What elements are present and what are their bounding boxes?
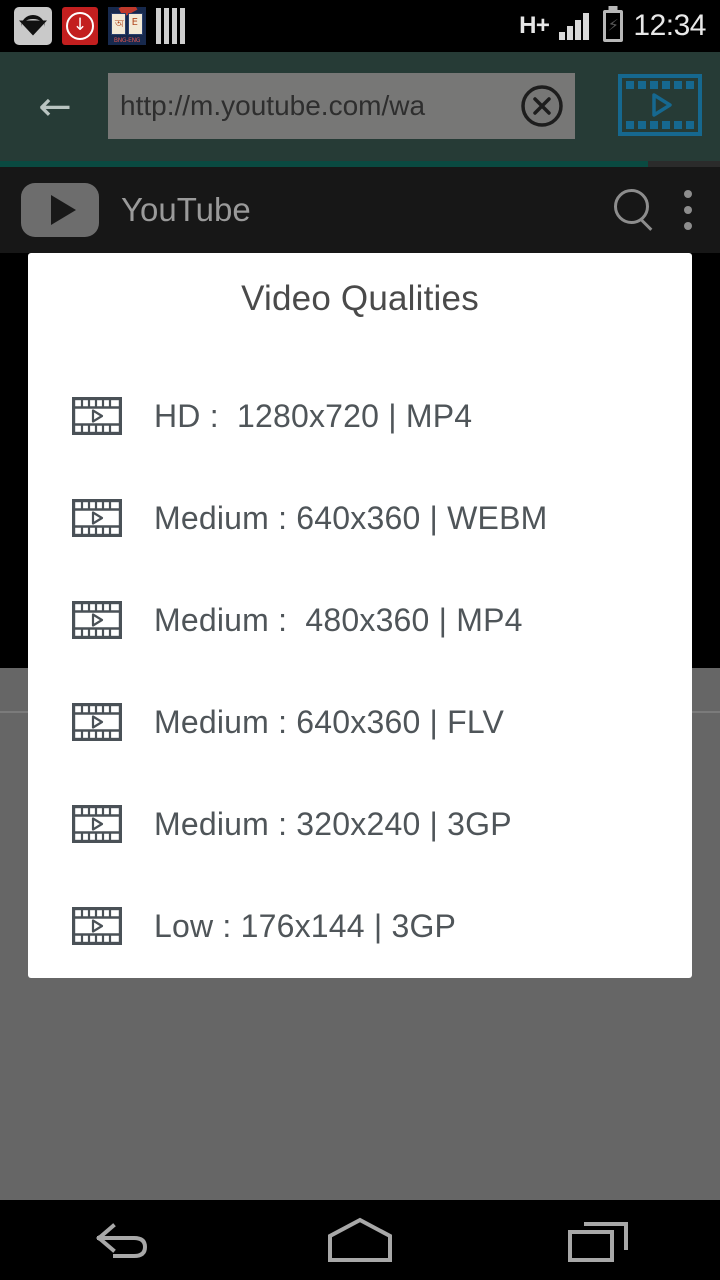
download-manager-icon: [62, 7, 98, 45]
film-strip-icon: [72, 397, 122, 435]
video-quality-label: Low : 176x144 | 3GP: [154, 907, 457, 944]
signal-icon: [559, 12, 593, 40]
url-bar[interactable]: http://m.youtube.com/wa: [108, 73, 575, 139]
status-bar-clock: 12:34: [633, 9, 706, 42]
video-quality-option[interactable]: Medium : 320x240 | 3GP: [28, 773, 692, 875]
film-strip-icon: [72, 703, 122, 741]
video-qualities-dialog: Video Qualities HD : 1280x720 | MP4 Medi: [28, 253, 692, 978]
status-bar-system: H+ 12:34: [519, 9, 720, 43]
film-strip-icon: [72, 805, 122, 843]
video-quality-label: Medium : 320x240 | 3GP: [154, 805, 512, 842]
network-type-label: H+: [519, 12, 550, 39]
video-quality-option[interactable]: Medium : 640x360 | WEBM: [28, 467, 692, 569]
url-input[interactable]: http://m.youtube.com/wa: [108, 90, 509, 122]
android-nav-bar: [0, 1200, 720, 1280]
film-strip-icon: [72, 601, 122, 639]
youtube-app-bar: YouTube: [0, 167, 720, 253]
status-bar-notifications: অ E BNG-ENG: [0, 7, 190, 45]
dictionary-glyph-right: E: [131, 17, 138, 28]
clear-url-button[interactable]: [509, 84, 575, 128]
youtube-title: YouTube: [121, 191, 251, 228]
youtube-actions: [612, 187, 720, 233]
dictionary-icon: অ E BNG-ENG: [108, 7, 146, 45]
status-bar: অ E BNG-ENG H+ 12:34: [0, 0, 720, 52]
dialog-title: Video Qualities: [241, 279, 479, 318]
dictionary-glyph-left: অ: [115, 19, 124, 30]
video-quality-option[interactable]: HD : 1280x720 | MP4: [28, 365, 692, 467]
video-quality-label: HD : 1280x720 | MP4: [154, 397, 473, 434]
nav-home-button[interactable]: [300, 1210, 420, 1270]
more-vertical-icon[interactable]: [684, 190, 694, 230]
film-strip-icon: [72, 907, 122, 945]
bars-icon: [156, 8, 190, 44]
video-quality-option[interactable]: Medium : 480x360 | MP4: [28, 569, 692, 671]
video-quality-label: Medium : 640x360 | FLV: [154, 703, 505, 740]
wifi-icon: [14, 7, 52, 45]
video-quality-label: Medium : 640x360 | WEBM: [154, 499, 548, 536]
dictionary-caption: BNG-ENG: [113, 37, 141, 44]
battery-charging-icon: [603, 10, 624, 42]
browser-back-button[interactable]: ←: [20, 77, 90, 137]
film-strip-icon: [72, 499, 122, 537]
video-quality-option[interactable]: Low : 176x144 | 3GP: [28, 875, 692, 977]
nav-recents-button[interactable]: [540, 1210, 660, 1270]
phone-screen: অ E BNG-ENG H+ 12:34 ← http://m.youtube.…: [0, 0, 720, 1280]
search-icon[interactable]: [612, 187, 658, 233]
video-quality-option[interactable]: Medium : 640x360 | FLV: [28, 671, 692, 773]
youtube-logo-icon: [21, 183, 99, 237]
video-detect-button[interactable]: [618, 74, 702, 141]
video-quality-list: HD : 1280x720 | MP4 Medium : 640x360 | W…: [28, 365, 692, 977]
nav-back-button[interactable]: [60, 1210, 180, 1270]
video-quality-label: Medium : 480x360 | MP4: [154, 601, 523, 638]
